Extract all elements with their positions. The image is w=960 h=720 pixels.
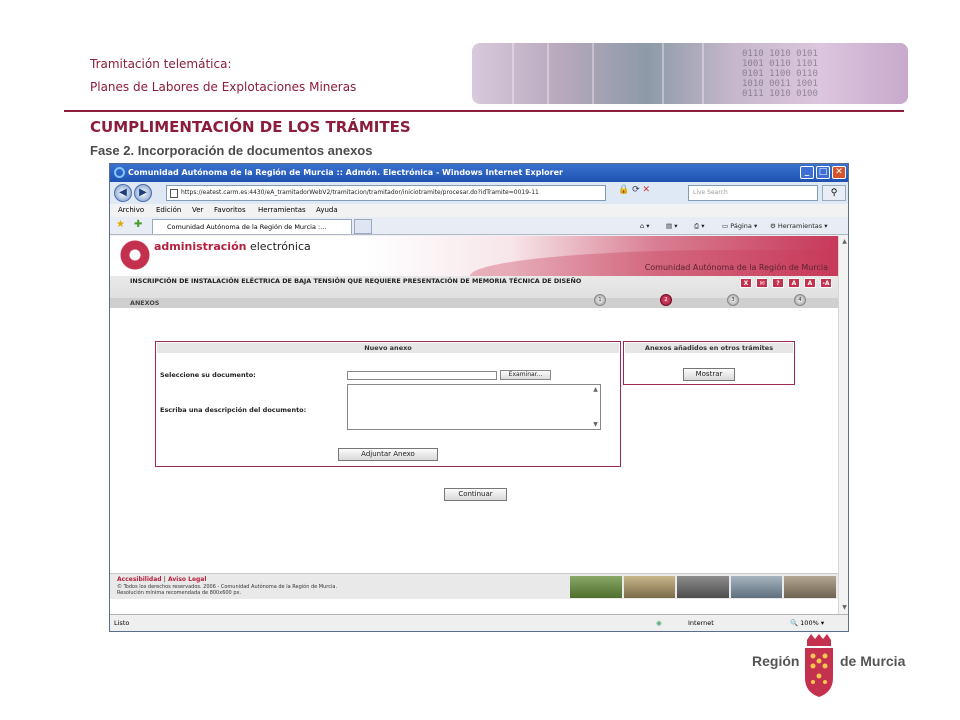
legal-notice-link[interactable]: Aviso Legal bbox=[168, 576, 206, 583]
security-zone-icon: ◉ bbox=[656, 619, 662, 627]
page-menu[interactable]: ▭ Página ▾ bbox=[722, 220, 757, 232]
refresh-icon[interactable]: ⟳ bbox=[632, 185, 640, 195]
description-label: Escriba una descripción del documento: bbox=[160, 406, 307, 414]
mail-icon[interactable]: ✉ bbox=[756, 278, 768, 288]
site-footer: Accesibilidad | Aviso Legal © Todos los … bbox=[110, 573, 838, 599]
document-file-input[interactable] bbox=[347, 371, 497, 380]
step-3: 3 bbox=[727, 294, 739, 306]
close-session-icon[interactable]: X bbox=[740, 278, 752, 288]
font-larger-icon[interactable]: A bbox=[804, 278, 816, 288]
brand-murcia: de Murcia bbox=[840, 653, 906, 669]
new-annex-panel: Nuevo anexo Seleccione su documento: Exa… bbox=[155, 341, 621, 467]
textarea-scroll-up-icon[interactable]: ▲ bbox=[591, 385, 600, 394]
site-logo-text: administración electrónica bbox=[154, 240, 311, 253]
help-icon[interactable]: ? bbox=[772, 278, 784, 288]
step-1: 1 bbox=[594, 294, 606, 306]
section-label: ANEXOS bbox=[130, 299, 160, 307]
ie-icon bbox=[114, 167, 125, 178]
continue-button[interactable]: Continuar bbox=[444, 488, 507, 501]
header-rule bbox=[64, 110, 904, 112]
forward-icon[interactable]: ▶ bbox=[134, 184, 152, 202]
window-title: Comunidad Autónoma de la Región de Murci… bbox=[128, 168, 563, 177]
menu-ver[interactable]: Ver bbox=[192, 204, 203, 217]
font-normal-icon[interactable]: A bbox=[788, 278, 800, 288]
status-text: Listo bbox=[114, 619, 130, 627]
lock-icon[interactable]: 🔒 bbox=[618, 185, 629, 195]
menu-edicion[interactable]: Edición bbox=[156, 204, 181, 217]
stop-icon[interactable]: ✕ bbox=[643, 185, 651, 195]
section-title: CUMPLIMENTACIÓN DE LOS TRÁMITES bbox=[90, 118, 411, 136]
menu-favoritos[interactable]: Favoritos bbox=[214, 204, 246, 217]
resolution-text: Resolución mínima recomendada de 800x600… bbox=[117, 590, 242, 596]
menu-ayuda[interactable]: Ayuda bbox=[316, 204, 338, 217]
print-icon[interactable]: ⎙ ▾ bbox=[694, 220, 705, 232]
address-actions: 🔒 ⟳ ✕ bbox=[618, 185, 650, 201]
menu-archivo[interactable]: Archivo bbox=[118, 204, 144, 217]
browser-window: Comunidad Autónoma de la Región de Murci… bbox=[109, 163, 849, 632]
attach-annex-button[interactable]: Adjuntar Anexo bbox=[338, 448, 438, 461]
footer-links: Accesibilidad | Aviso Legal bbox=[117, 576, 207, 583]
tab-label: Comunidad Autónoma de la Región de Murci… bbox=[167, 223, 327, 231]
select-document-label: Seleccione su documento: bbox=[160, 371, 256, 379]
web-page: administración electrónica Comunidad Aut… bbox=[110, 236, 848, 614]
zone-text: Internet bbox=[688, 619, 714, 627]
tools-menu[interactable]: ⚙ Herramientas ▾ bbox=[770, 220, 828, 232]
slide-subtitle-2: Planes de Labores de Explotaciones Miner… bbox=[90, 80, 357, 94]
site-logo-icon bbox=[120, 240, 150, 270]
new-tab-button[interactable] bbox=[354, 219, 372, 234]
address-bar[interactable]: https://eatest.carm.es:4430/eA_tramitado… bbox=[166, 185, 606, 201]
brand-region: Región bbox=[752, 653, 800, 669]
scroll-up-icon[interactable]: ▲ bbox=[840, 237, 848, 246]
maximize-icon[interactable]: □ bbox=[816, 166, 830, 179]
scroll-down-icon[interactable]: ▼ bbox=[840, 603, 848, 612]
minimize-icon[interactable]: _ bbox=[800, 166, 814, 179]
description-textarea[interactable]: ▲ ▼ bbox=[347, 384, 601, 430]
tab-bar: ★ ✚ Comunidad Autónoma de la Región de M… bbox=[110, 217, 848, 235]
status-bar: Listo ◉ Internet 🔍 100% ▾ bbox=[110, 614, 848, 631]
back-icon[interactable]: ◀ bbox=[114, 184, 132, 202]
step-4: 4 bbox=[794, 294, 806, 306]
search-icon[interactable]: ⚲ bbox=[822, 185, 846, 201]
accessibility-link[interactable]: Accesibilidad bbox=[117, 576, 162, 583]
textarea-scroll-down-icon[interactable]: ▼ bbox=[591, 420, 600, 429]
show-button[interactable]: Mostrar bbox=[683, 368, 735, 381]
page-scrollbar[interactable]: ▲ ▼ bbox=[838, 236, 848, 614]
other-annexes-heading: Anexos añadidos en otros trámites bbox=[625, 343, 793, 353]
navigation-bar: ◀ ▶ https://eatest.carm.es:4430/eA_trami… bbox=[110, 182, 848, 204]
slide-subtitle-1: Tramitación telemática: bbox=[90, 57, 232, 71]
other-annexes-panel: Anexos añadidos en otros trámites Mostra… bbox=[623, 341, 795, 385]
procedure-title: INSCRIPCIÓN DE INSTALACIÓN ELÉCTRICA DE … bbox=[130, 277, 582, 285]
page-icon bbox=[170, 189, 178, 198]
slide: Tramitación telemática: Planes de Labore… bbox=[0, 0, 960, 720]
header-banner-image: 0110 1010 0101 1001 0110 1101 0101 1100 01… bbox=[472, 43, 908, 104]
menu-herramientas[interactable]: Herramientas bbox=[258, 204, 306, 217]
menu-bar: Archivo Edición Ver Favoritos Herramient… bbox=[110, 204, 848, 217]
footer-copyright: © Todos los derechos reservados. 2006 - … bbox=[117, 584, 337, 596]
favorites-star-icon[interactable]: ★ bbox=[116, 219, 125, 230]
new-annex-heading: Nuevo anexo bbox=[157, 343, 619, 353]
browse-button[interactable]: Examinar... bbox=[500, 370, 551, 380]
murcia-coat-of-arms-icon bbox=[805, 634, 833, 697]
tab-active[interactable]: Comunidad Autónoma de la Región de Murci… bbox=[152, 219, 352, 234]
site-header: administración electrónica Comunidad Aut… bbox=[110, 236, 848, 276]
add-favorite-icon[interactable]: ✚ bbox=[134, 219, 142, 230]
search-input[interactable]: Live Search bbox=[688, 185, 818, 201]
zoom-level[interactable]: 🔍 100% ▾ bbox=[790, 615, 824, 631]
address-url: https://eatest.carm.es:4430/eA_tramitado… bbox=[181, 189, 539, 196]
window-titlebar: Comunidad Autónoma de la Región de Murci… bbox=[110, 164, 848, 182]
home-icon[interactable]: ⌂ ▾ bbox=[640, 220, 649, 232]
feeds-icon[interactable]: ▤ ▾ bbox=[666, 220, 677, 232]
region-name: Comunidad Autónoma de la Región de Murci… bbox=[644, 263, 828, 272]
phase-title: Fase 2. Incorporación de documentos anex… bbox=[90, 143, 373, 158]
close-icon[interactable]: ✕ bbox=[832, 166, 846, 179]
step-2-active: 2 bbox=[660, 294, 672, 306]
footer-photo-strip bbox=[570, 576, 836, 598]
font-smaller-icon[interactable]: -A bbox=[820, 278, 832, 288]
